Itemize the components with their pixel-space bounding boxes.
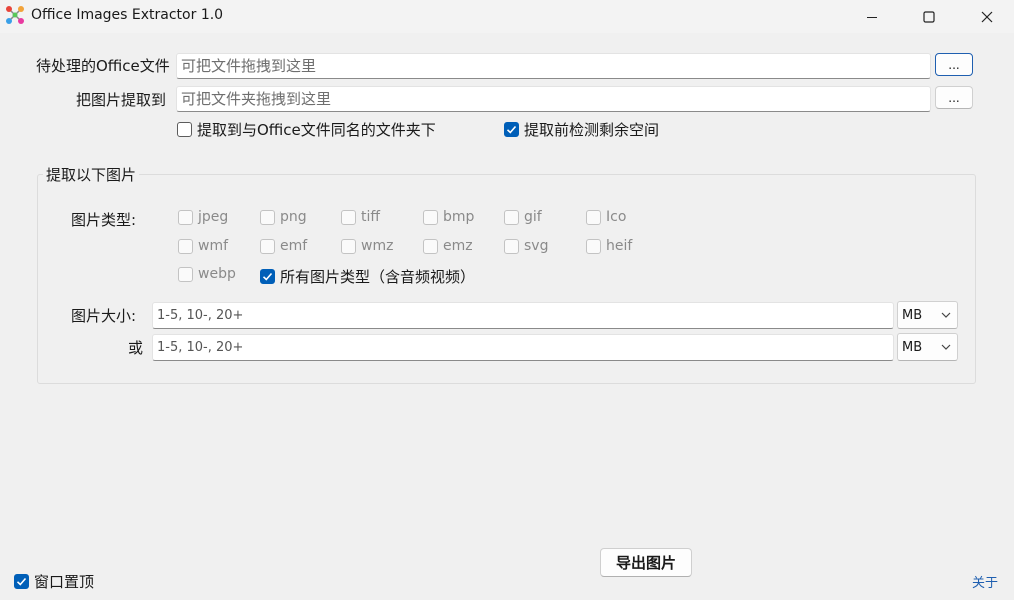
target-folder-label: 把图片提取到 xyxy=(76,91,167,109)
minimize-button[interactable] xyxy=(843,0,901,33)
type-tiff-checkbox[interactable]: tiff xyxy=(341,209,380,225)
window-topmost-checkbox[interactable]: 窗口置顶 xyxy=(14,571,94,592)
window-topmost-label: 窗口置顶 xyxy=(34,573,95,591)
type-png-checkbox[interactable]: png xyxy=(260,209,307,225)
checkbox-box xyxy=(260,209,275,225)
title-bar: Office Images Extractor 1.0 xyxy=(0,0,1014,33)
checkbox-box xyxy=(178,238,193,254)
type-jpeg-checkbox[interactable]: jpeg xyxy=(178,209,228,225)
same-name-folder-label: 提取到与Office文件同名的文件夹下 xyxy=(197,121,436,139)
type-label: emz xyxy=(443,238,473,254)
checkbox-box xyxy=(504,209,519,225)
size-unit-value: MB xyxy=(902,307,923,323)
type-ico-checkbox[interactable]: Ico xyxy=(586,209,626,225)
target-browse-button[interactable]: ... xyxy=(935,86,973,109)
source-file-label: 待处理的Office文件 xyxy=(36,57,170,75)
checkmark-icon xyxy=(506,125,517,134)
group-title: 提取以下图片 xyxy=(43,164,140,185)
type-webp-checkbox[interactable]: webp xyxy=(178,266,236,282)
image-types-label: 图片类型: xyxy=(71,211,137,229)
type-label: tiff xyxy=(361,209,381,225)
or-label: 或 xyxy=(128,339,144,357)
type-emf-checkbox[interactable]: emf xyxy=(260,238,307,254)
maximize-icon xyxy=(923,10,935,23)
checkmark-icon xyxy=(16,577,27,586)
type-label: bmp xyxy=(443,209,475,225)
app-logo-icon xyxy=(6,6,24,24)
checkbox-box xyxy=(341,209,356,225)
size-unit-select-2[interactable]: MB xyxy=(897,333,958,361)
window-title: Office Images Extractor 1.0 xyxy=(31,7,224,23)
source-browse-button[interactable]: ... xyxy=(935,53,973,76)
target-folder-input[interactable] xyxy=(176,86,931,112)
size-unit-value: MB xyxy=(902,339,923,355)
chevron-down-icon xyxy=(941,312,951,318)
checkbox-box xyxy=(423,238,438,254)
check-space-label: 提取前检测剩余空间 xyxy=(524,121,660,139)
source-file-input[interactable] xyxy=(176,53,931,79)
size-range-input-1[interactable] xyxy=(152,302,894,329)
all-types-label: 所有图片类型（含音频视频） xyxy=(280,268,476,286)
export-images-button[interactable]: 导出图片 xyxy=(600,548,692,577)
checkbox-box xyxy=(504,238,519,254)
checkbox-box xyxy=(260,238,275,254)
checkbox-box xyxy=(14,574,29,589)
minimize-icon xyxy=(867,16,877,18)
checkbox-box xyxy=(178,209,193,225)
checkmark-icon xyxy=(262,272,273,281)
check-space-checkbox[interactable]: 提取前检测剩余空间 xyxy=(504,119,659,140)
close-icon xyxy=(981,11,993,22)
size-unit-select-1[interactable]: MB xyxy=(897,301,958,329)
type-label: jpeg xyxy=(198,209,229,225)
type-wmz-checkbox[interactable]: wmz xyxy=(341,238,393,254)
type-gif-checkbox[interactable]: gif xyxy=(504,209,542,225)
checkbox-box xyxy=(423,209,438,225)
type-label: png xyxy=(280,209,307,225)
image-size-label: 图片大小: xyxy=(71,307,137,325)
checkbox-box xyxy=(178,266,193,282)
type-heif-checkbox[interactable]: heif xyxy=(586,238,632,254)
checkbox-box xyxy=(586,238,601,254)
all-types-checkbox[interactable]: 所有图片类型（含音频视频） xyxy=(260,266,475,287)
checkbox-box xyxy=(504,122,519,137)
type-label: gif xyxy=(524,209,542,225)
type-label: wmf xyxy=(198,238,229,254)
type-label: Ico xyxy=(606,209,627,225)
chevron-down-icon xyxy=(941,344,951,350)
type-label: heif xyxy=(606,238,633,254)
checkbox-box xyxy=(341,238,356,254)
same-name-folder-checkbox[interactable]: 提取到与Office文件同名的文件夹下 xyxy=(177,119,436,140)
checkbox-box xyxy=(177,122,192,137)
type-wmf-checkbox[interactable]: wmf xyxy=(178,238,228,254)
checkbox-box xyxy=(586,209,601,225)
type-label: webp xyxy=(198,266,236,282)
maximize-button[interactable] xyxy=(900,0,958,33)
about-link[interactable]: 关于 xyxy=(972,572,998,591)
size-range-input-2[interactable] xyxy=(152,334,894,361)
checkbox-box xyxy=(260,269,275,284)
type-label: svg xyxy=(524,238,549,254)
type-svg-checkbox[interactable]: svg xyxy=(504,238,548,254)
type-bmp-checkbox[interactable]: bmp xyxy=(423,209,474,225)
type-label: emf xyxy=(280,238,308,254)
close-button[interactable] xyxy=(958,0,1014,33)
type-emz-checkbox[interactable]: emz xyxy=(423,238,473,254)
type-label: wmz xyxy=(361,238,394,254)
